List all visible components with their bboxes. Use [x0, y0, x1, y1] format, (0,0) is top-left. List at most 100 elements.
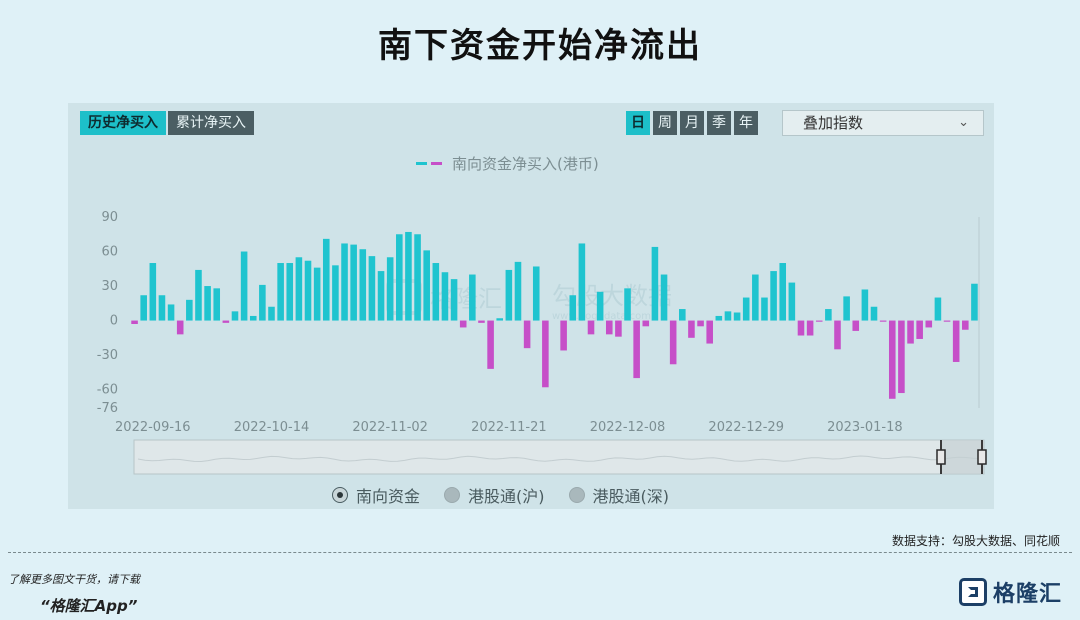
- bar: [158, 295, 166, 321]
- bar: [679, 309, 686, 321]
- bar: [469, 274, 476, 321]
- bar: [761, 297, 768, 321]
- bar: [322, 238, 330, 321]
- bar: [459, 320, 467, 328]
- radio-icon: [444, 487, 461, 503]
- slider-track: [133, 439, 985, 475]
- bar: [304, 260, 312, 321]
- bar: [277, 263, 284, 321]
- bar: [313, 267, 321, 321]
- bar: [295, 257, 303, 321]
- series-hk-connect-sh[interactable]: 港股通(沪): [444, 483, 545, 507]
- bar: [231, 311, 239, 321]
- bar: [167, 304, 175, 321]
- bar: [669, 320, 677, 365]
- bar: [405, 231, 412, 321]
- bar: [733, 312, 741, 321]
- bar: [861, 289, 869, 321]
- brand-name: 格隆汇: [992, 582, 1062, 607]
- bar: [222, 320, 230, 323]
- bar: [149, 263, 157, 321]
- bar: [742, 297, 750, 321]
- bar: [359, 249, 367, 321]
- bar: [770, 271, 777, 321]
- bar: [907, 320, 914, 344]
- bar: [542, 320, 549, 388]
- bar: [788, 282, 796, 321]
- bar: [505, 269, 513, 321]
- bar: [870, 306, 878, 321]
- bar: [560, 320, 567, 351]
- bar: [971, 283, 978, 321]
- bar: [204, 286, 211, 321]
- bar: [286, 263, 294, 321]
- bar: [660, 274, 668, 321]
- x-tick-label: 2022-10-14: [234, 420, 310, 435]
- x-axis: 2022-09-16 2022-10-14 2022-11-02 2022-11-21…: [115, 420, 903, 435]
- bar: [925, 320, 933, 328]
- bar: [487, 320, 494, 369]
- bar: [240, 251, 248, 321]
- footer-app-name: “格隆汇App”: [40, 597, 138, 615]
- bar: [605, 320, 613, 335]
- series-southbound[interactable]: 南向资金: [332, 483, 420, 507]
- data-source: 数据支持：勾股大数据、同花顺: [891, 534, 1060, 548]
- y-tick-label: 90: [101, 210, 118, 225]
- bar: [633, 320, 640, 379]
- x-tick-label: 2022-12-08: [590, 420, 666, 435]
- bar: [441, 272, 449, 321]
- bar: [131, 320, 138, 324]
- x-tick-label: 2022-11-02: [352, 420, 428, 435]
- bar: [843, 296, 850, 321]
- x-tick-label: 2022-09-16: [115, 420, 191, 435]
- radio-icon: [332, 487, 348, 503]
- bar: [140, 295, 147, 321]
- range-slider[interactable]: [133, 439, 987, 475]
- bar: [332, 265, 339, 321]
- bar: [697, 320, 704, 327]
- bar: [852, 320, 860, 331]
- divider: [8, 552, 1072, 553]
- y-axis: 90 60 30 0 -30 -60 -76: [97, 210, 118, 416]
- y-tick-label: -76: [97, 401, 118, 416]
- bar: [596, 291, 604, 321]
- bar: [779, 263, 787, 321]
- y-tick-label: 60: [101, 245, 118, 260]
- bar: [377, 271, 385, 321]
- bar: [615, 320, 622, 337]
- bar: [715, 315, 723, 321]
- bar: [478, 320, 485, 323]
- bar: [952, 320, 960, 362]
- footer-note: 了解更多图文干货，请下载: [8, 573, 140, 586]
- y-tick-label: -60: [97, 383, 118, 398]
- bar: [268, 306, 275, 321]
- bar: [514, 261, 522, 321]
- bar: [834, 320, 841, 350]
- watermark-brand: 格隆汇: [430, 285, 502, 313]
- series-selector: 南向资金 港股通(沪) 港股通(深): [332, 483, 669, 507]
- bar: [962, 320, 969, 330]
- bar: [414, 234, 421, 321]
- bar: [752, 274, 759, 321]
- bar: [825, 309, 832, 321]
- bar: [578, 243, 586, 321]
- y-tick-label: 0: [110, 314, 118, 329]
- bar: [651, 246, 659, 321]
- y-tick-label: 30: [101, 279, 118, 294]
- bar: [624, 288, 631, 321]
- bar: [888, 320, 896, 399]
- bar: [496, 318, 504, 321]
- x-tick-label: 2022-12-29: [708, 420, 784, 435]
- bar: [523, 320, 531, 349]
- series-hk-connect-sz[interactable]: 港股通(深): [568, 483, 669, 507]
- bar: [341, 243, 348, 321]
- bar: [898, 320, 905, 394]
- bar: [176, 320, 184, 335]
- bar: [724, 311, 732, 321]
- bar: [806, 320, 814, 336]
- bar: [368, 256, 376, 321]
- radio-icon: [568, 487, 585, 503]
- bar: [432, 263, 440, 321]
- page-title: 南下资金开始净流出: [378, 26, 702, 66]
- bar: [213, 288, 221, 321]
